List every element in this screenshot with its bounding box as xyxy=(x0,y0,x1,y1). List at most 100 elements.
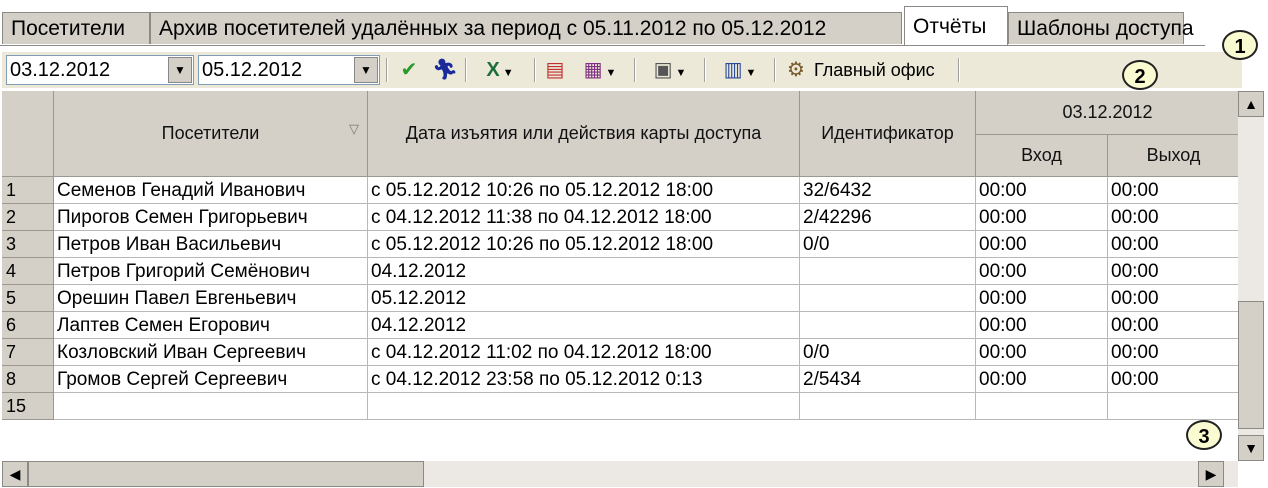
cell-id[interactable] xyxy=(800,393,976,420)
cell-date[interactable]: 05.12.2012 xyxy=(368,285,800,312)
tab-visitors-archive[interactable]: Архив посетителей удалённых за период с … xyxy=(150,12,902,44)
cell-out[interactable]: 00:00 xyxy=(1108,177,1240,204)
sort-arrow-icon: ▽ xyxy=(349,121,359,136)
cell-visitor[interactable]: Громов Сергей Сергеевич xyxy=(54,366,368,393)
row-number[interactable]: 6 xyxy=(2,312,54,339)
row-number[interactable]: 2 xyxy=(2,204,54,231)
tab-bar: Посетители Архив посетителей удалённых з… xyxy=(2,6,1202,46)
horizontal-scrollbar[interactable]: ◀ ▶ xyxy=(2,461,1238,487)
cell-in[interactable]: 00:00 xyxy=(976,339,1108,366)
cell-date[interactable]: с 05.12.2012 10:26 по 05.12.2012 18:00 xyxy=(368,177,800,204)
cell-in[interactable]: 00:00 xyxy=(976,258,1108,285)
cell-visitor[interactable]: Пирогов Семен Григорьевич xyxy=(54,204,368,231)
row-number[interactable]: 3 xyxy=(2,231,54,258)
scroll-thumb[interactable] xyxy=(1238,301,1264,429)
cell-date[interactable]: 04.12.2012 xyxy=(368,258,800,285)
cell-visitor[interactable]: Козловский Иван Сергеевич xyxy=(54,339,368,366)
hscroll-thumb[interactable] xyxy=(28,461,424,487)
column-header-id[interactable]: Идентификатор xyxy=(800,91,976,177)
cell-in[interactable] xyxy=(976,393,1108,420)
tab-reports[interactable]: Отчёты xyxy=(904,6,1008,46)
cell-id[interactable]: 0/0 xyxy=(800,339,976,366)
cell-out[interactable]: 00:00 xyxy=(1108,204,1240,231)
column-header-in[interactable]: Вход xyxy=(976,135,1108,177)
checkmark-icon[interactable]: ✔ xyxy=(394,56,424,84)
cell-id[interactable] xyxy=(800,285,976,312)
cell-date[interactable]: с 04.12.2012 11:02 по 04.12.2012 18:00 xyxy=(368,339,800,366)
calendar-icon[interactable]: ▦ ▼ xyxy=(572,56,628,84)
cell-date[interactable]: с 04.12.2012 11:38 по 04.12.2012 18:00 xyxy=(368,204,800,231)
cell-visitor[interactable]: Петров Григорий Семёнович xyxy=(54,258,368,285)
chevron-down-icon[interactable]: ▼ xyxy=(354,57,378,83)
row-number[interactable]: 7 xyxy=(2,339,54,366)
layout-icon[interactable]: ▥ ▼ xyxy=(712,56,768,84)
row-number[interactable]: 1 xyxy=(2,177,54,204)
excel-export-icon[interactable]: X ▼ xyxy=(472,56,528,84)
cell-visitor[interactable]: Лаптев Семен Егорович xyxy=(54,312,368,339)
row-number[interactable]: 4 xyxy=(2,258,54,285)
date-to-select[interactable]: 05.12.2012 ▼ xyxy=(198,55,380,85)
cell-visitor[interactable]: Семенов Генадий Иванович xyxy=(54,177,368,204)
cell-id[interactable] xyxy=(800,312,976,339)
cell-in[interactable]: 00:00 xyxy=(976,231,1108,258)
running-person-icon[interactable]: 🏃︎ xyxy=(430,56,460,84)
scroll-left-icon[interactable]: ◀ xyxy=(2,461,28,487)
toolbar: 03.12.2012 ▼ 05.12.2012 ▼ ✔ 🏃︎ X ▼ ▤ ▦ ▼… xyxy=(2,52,1242,88)
cell-out[interactable]: 00:00 xyxy=(1108,312,1240,339)
cell-date[interactable] xyxy=(368,393,800,420)
cell-out[interactable]: 00:00 xyxy=(1108,258,1240,285)
separator xyxy=(465,58,467,82)
separator xyxy=(386,58,388,82)
location-label[interactable]: Главный офис xyxy=(814,56,954,84)
cell-in[interactable]: 00:00 xyxy=(976,285,1108,312)
tab-visitors[interactable]: Посетители xyxy=(2,12,150,44)
cell-date[interactable]: с 05.12.2012 10:26 по 05.12.2012 18:00 xyxy=(368,231,800,258)
cell-id[interactable]: 0/0 xyxy=(800,231,976,258)
row-number[interactable]: 5 xyxy=(2,285,54,312)
separator xyxy=(534,58,536,82)
chevron-down-icon[interactable]: ▼ xyxy=(168,57,192,83)
office-icon[interactable]: ⚙ xyxy=(782,56,810,84)
cell-visitor[interactable]: Орешин Павел Евгеньевич xyxy=(54,285,368,312)
cell-id[interactable]: 2/5434 xyxy=(800,366,976,393)
column-header-day-label: 03.12.2012 xyxy=(1062,102,1153,122)
cell-in[interactable]: 00:00 xyxy=(976,177,1108,204)
cell-in[interactable]: 00:00 xyxy=(976,204,1108,231)
row-number[interactable]: 15 xyxy=(2,393,54,420)
row-number[interactable]: 8 xyxy=(2,366,54,393)
vertical-scrollbar[interactable]: ▲ ▼ xyxy=(1238,91,1264,461)
separator xyxy=(634,58,636,82)
cell-out[interactable]: 00:00 xyxy=(1108,231,1240,258)
tab-access-templates[interactable]: Шаблоны доступа xyxy=(1008,12,1194,44)
column-header-out[interactable]: Выход xyxy=(1108,135,1240,177)
cell-in[interactable]: 00:00 xyxy=(976,312,1108,339)
cell-out[interactable]: 00:00 xyxy=(1108,339,1240,366)
column-header-day[interactable]: 03.12.2012 xyxy=(976,91,1240,135)
scroll-up-icon[interactable]: ▲ xyxy=(1238,91,1264,117)
cell-visitor[interactable]: Петров Иван Васильевич xyxy=(54,231,368,258)
tab-divider xyxy=(0,45,1205,46)
cell-date[interactable]: с 04.12.2012 23:58 по 05.12.2012 0:13 xyxy=(368,366,800,393)
cell-id[interactable]: 32/6432 xyxy=(800,177,976,204)
cell-visitor[interactable] xyxy=(54,393,368,420)
date-to-value: 05.12.2012 xyxy=(202,59,303,81)
cell-id[interactable] xyxy=(800,258,976,285)
column-header-date[interactable]: Дата изъятия или действия карты доступа xyxy=(368,91,800,177)
report-table: Посетители ▽ Дата изъятия или действия к… xyxy=(2,91,1240,461)
cell-date[interactable]: 04.12.2012 xyxy=(368,312,800,339)
cell-id[interactable]: 2/42296 xyxy=(800,204,976,231)
scroll-right-icon[interactable]: ▶ xyxy=(1198,461,1224,487)
report-icon[interactable]: ▤ xyxy=(542,56,568,84)
scroll-down-icon[interactable]: ▼ xyxy=(1238,435,1264,461)
cell-out[interactable]: 00:00 xyxy=(1108,366,1240,393)
column-header-visitors[interactable]: Посетители ▽ xyxy=(54,91,368,177)
date-from-select[interactable]: 03.12.2012 ▼ xyxy=(6,55,194,85)
cell-out[interactable] xyxy=(1108,393,1240,420)
separator xyxy=(704,58,706,82)
date-from-value: 03.12.2012 xyxy=(10,59,111,81)
separator xyxy=(774,58,776,82)
cell-out[interactable]: 00:00 xyxy=(1108,285,1240,312)
settings-icon[interactable]: ▣ ▼ xyxy=(642,56,698,84)
cell-in[interactable]: 00:00 xyxy=(976,366,1108,393)
separator xyxy=(958,58,960,82)
